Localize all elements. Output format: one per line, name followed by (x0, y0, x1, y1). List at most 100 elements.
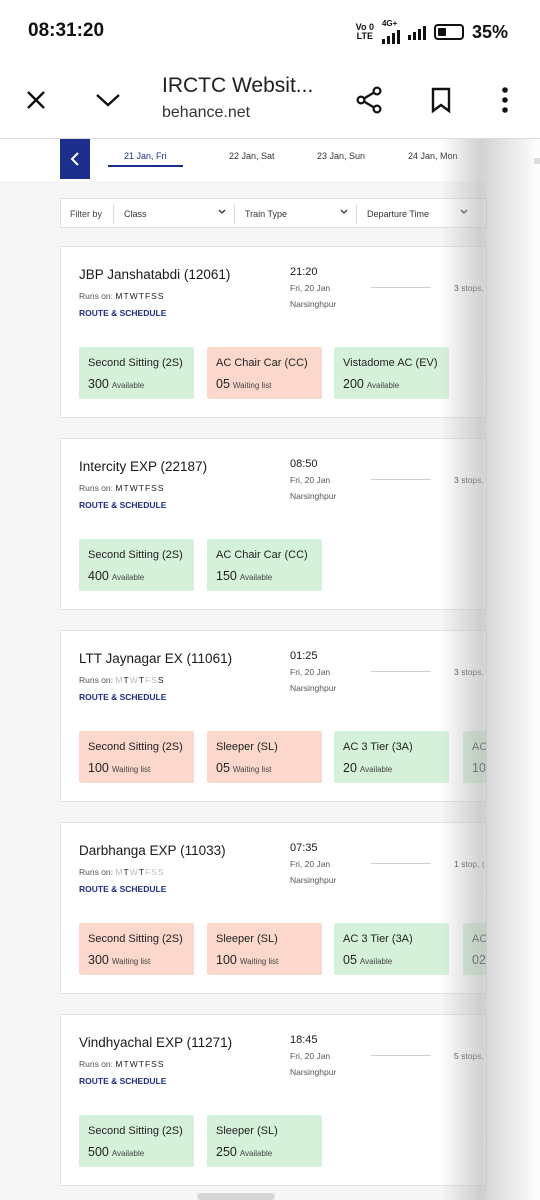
class-option[interactable]: Second Sitting (2S) 500 Available (79, 1115, 194, 1167)
seat-count: 300 Available (88, 377, 144, 391)
class-option[interactable]: Second Sitting (2S) 100 Waiting list (79, 731, 194, 783)
route-schedule-link[interactable]: ROUTE & SCHEDULE (79, 692, 166, 702)
seat-number: 400 (88, 569, 109, 583)
availability-status: Available (239, 573, 273, 582)
date-tab-21-jan[interactable]: 21 Jan, Fri (124, 151, 167, 161)
runs-on: Runs on: MTWTFSS (79, 291, 164, 301)
seat-number: 100 (216, 953, 237, 967)
class-option[interactable]: Sleeper (SL) 250 Available (207, 1115, 322, 1167)
duration-line (371, 863, 431, 864)
departure-time: 08:50 (290, 458, 318, 470)
availability-status: Available (111, 1149, 145, 1158)
route-schedule-link[interactable]: ROUTE & SCHEDULE (79, 500, 166, 510)
class-option[interactable]: Second Sitting (2S) 400 Available (79, 539, 194, 591)
day-letter: M (115, 1059, 124, 1069)
class-name: Sleeper (SL) (216, 933, 278, 945)
class-name: Second Sitting (2S) (88, 549, 183, 561)
duration-line (371, 287, 431, 288)
class-option[interactable]: Second Sitting (2S) 300 Waiting list (79, 923, 194, 975)
prev-date-button[interactable] (60, 139, 90, 179)
day-letter: S (157, 675, 165, 685)
train-name[interactable]: Darbhanga EXP (11033) (79, 843, 226, 858)
runs-on: Runs on: MTWTFSS (79, 867, 164, 877)
train-name[interactable]: LTT Jaynagar EX (11061) (79, 651, 232, 666)
train-card[interactable]: Vindhyachal EXP (11271) Runs on: MTWTFSS R… (60, 1014, 487, 1186)
availability-status: Waiting list (232, 765, 272, 774)
train-name[interactable]: Vindhyachal EXP (11271) (79, 1035, 232, 1050)
class-option[interactable]: Vistadome AC (EV) 200 Available (334, 347, 449, 399)
class-option[interactable]: AC Chair Car (CC) 05 Waiting list (207, 347, 322, 399)
class-name: AC 3 Tier (3A) (343, 933, 413, 945)
route-schedule-link[interactable]: ROUTE & SCHEDULE (79, 308, 166, 318)
date-tab-22-jan[interactable]: 22 Jan, Sat (229, 151, 275, 161)
train-type-filter[interactable]: Train Type (245, 209, 287, 219)
page-title[interactable]: IRCTC Websit... (162, 74, 313, 98)
share-icon[interactable] (351, 82, 387, 118)
class-name: Second Sitting (2S) (88, 357, 183, 369)
train-name[interactable]: JBP Janshatabdi (12061) (79, 267, 230, 282)
departure-station: Narsinghpur (290, 875, 337, 885)
filter-bar: Filter by Class Train Type Departure Tim… (60, 198, 487, 228)
chevron-down-icon[interactable] (217, 207, 227, 217)
train-card[interactable]: LTT Jaynagar EX (11061) Runs on: MTWTFSS R… (60, 630, 487, 802)
class-name: Second Sitting (2S) (88, 741, 183, 753)
departure-date: Fri, 20 Jan (290, 283, 331, 293)
day-letter: W (129, 867, 139, 877)
train-card[interactable]: Darbhanga EXP (11033) Runs on: MTWTFSS ROU… (60, 822, 487, 994)
bookmark-icon[interactable] (423, 82, 459, 118)
more-vert-icon[interactable] (487, 82, 523, 118)
class-name: Second Sitting (2S) (88, 933, 183, 945)
route-schedule-link[interactable]: ROUTE & SCHEDULE (79, 884, 166, 894)
departure-date: Fri, 20 Jan (290, 859, 331, 869)
signal-4g-icon: 4G+ (381, 20, 400, 44)
departure-time-filter[interactable]: Departure Time (367, 209, 429, 219)
seat-count: 400 Available (88, 569, 144, 583)
seat-number: 300 (88, 953, 109, 967)
chevron-down-icon[interactable] (339, 207, 349, 217)
duration-line (371, 671, 431, 672)
seat-count: 150 Available (216, 569, 272, 583)
chevron-down-icon[interactable] (90, 82, 126, 118)
duration-line (371, 479, 431, 480)
departure-time: 07:35 (290, 842, 318, 854)
duration-line (371, 1055, 431, 1056)
availability-status: Available (359, 765, 393, 774)
class-name: Vistadome AC (EV) (343, 357, 438, 369)
train-card[interactable]: JBP Janshatabdi (12061) Runs on: MTWTFSS R… (60, 246, 487, 418)
class-name: AC Chair Car (CC) (216, 549, 308, 561)
runs-on-label: Runs on: (79, 483, 114, 493)
class-name: Sleeper (SL) (216, 1125, 278, 1137)
date-tab-23-jan[interactable]: 23 Jan, Sun (317, 151, 365, 161)
class-option[interactable]: AC 3 Tier (3A) 20 Available (334, 731, 449, 783)
availability-status: Waiting list (111, 765, 151, 774)
class-filter[interactable]: Class (124, 209, 147, 219)
class-name: Sleeper (SL) (216, 741, 278, 753)
day-letter: S (151, 1059, 158, 1069)
departure-date: Fri, 20 Jan (290, 667, 331, 677)
availability-status: Waiting list (111, 957, 151, 966)
page-domain[interactable]: behance.net (162, 104, 250, 122)
close-icon[interactable] (18, 82, 54, 118)
class-option[interactable]: AC Chair Car (CC) 150 Available (207, 539, 322, 591)
seat-number: 300 (88, 377, 109, 391)
running-days: MTWTFSS (115, 483, 164, 493)
day-letter: S (151, 867, 158, 877)
seat-number: 200 (343, 377, 364, 391)
train-card[interactable]: Intercity EXP (22187) Runs on: MTWTFSS ROU… (60, 438, 487, 610)
class-option[interactable]: Sleeper (SL) 100 Waiting list (207, 923, 322, 975)
departure-time: 18:45 (290, 1034, 318, 1046)
day-letter: S (157, 483, 165, 493)
web-viewport: 21 Jan, Fri 22 Jan, Sat 23 Jan, Sun 24 J… (0, 139, 540, 1200)
departure-station: Narsinghpur (290, 491, 337, 501)
availability-status: Available (111, 381, 145, 390)
scroll-handle[interactable] (197, 1193, 275, 1200)
class-option[interactable]: Second Sitting (2S) 300 Available (79, 347, 194, 399)
seat-number: 250 (216, 1145, 237, 1159)
class-option[interactable]: Sleeper (SL) 05 Waiting list (207, 731, 322, 783)
seat-number: 20 (343, 761, 357, 775)
class-option[interactable]: AC 3 Tier (3A) 05 Available (334, 923, 449, 975)
day-letter: S (151, 291, 158, 301)
train-name[interactable]: Intercity EXP (22187) (79, 459, 207, 474)
seat-count: 05 Waiting list (216, 761, 271, 775)
route-schedule-link[interactable]: ROUTE & SCHEDULE (79, 1076, 166, 1086)
